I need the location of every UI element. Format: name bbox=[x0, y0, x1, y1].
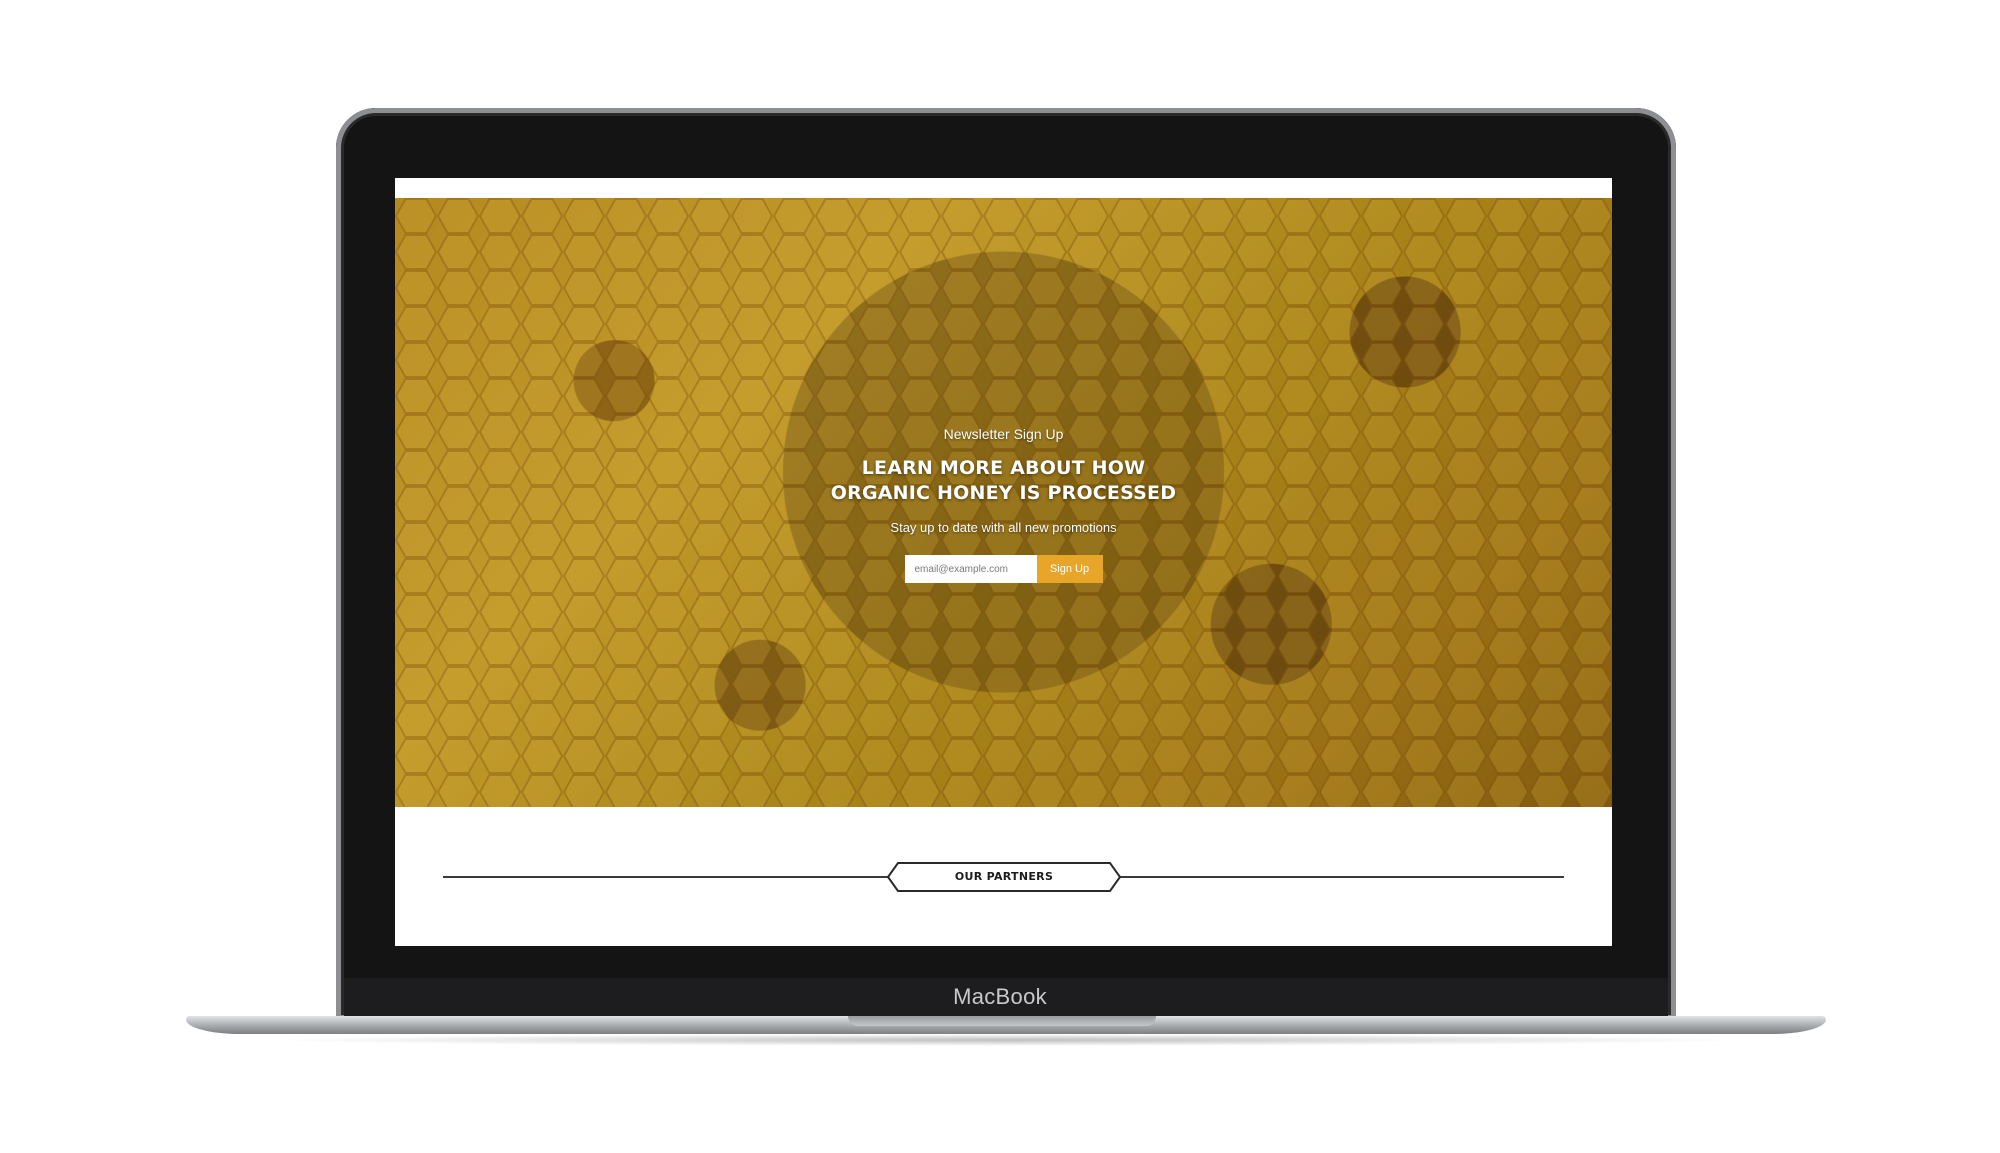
laptop-shadow bbox=[260, 1034, 1752, 1046]
laptop-hinge-notch bbox=[848, 1016, 1156, 1026]
device-brand-label: MacBook bbox=[953, 984, 1047, 1009]
page-top-bar bbox=[395, 178, 1612, 198]
partners-badge: OUR PARTNERS bbox=[886, 861, 1122, 893]
partners-section: OUR PARTNERS bbox=[395, 807, 1612, 946]
newsletter-hero: Newsletter Sign Up LEARN MORE ABOUT HOW … bbox=[395, 198, 1612, 807]
newsletter-eyebrow: Newsletter Sign Up bbox=[943, 426, 1064, 442]
device-mockup: MacBook Newsletter Sign Up LEARN MORE AB… bbox=[0, 0, 2000, 1153]
newsletter-form: Sign Up bbox=[904, 555, 1103, 583]
partners-heading: OUR PARTNERS bbox=[954, 870, 1054, 883]
hero-subline: Stay up to date with all new promotions bbox=[890, 520, 1117, 535]
laptop-screen: Newsletter Sign Up LEARN MORE ABOUT HOW … bbox=[395, 178, 1612, 946]
sign-up-button[interactable]: Sign Up bbox=[1036, 555, 1103, 583]
hero-content: Newsletter Sign Up LEARN MORE ABOUT HOW … bbox=[395, 426, 1612, 583]
hero-headline: LEARN MORE ABOUT HOW ORGANIC HONEY IS PR… bbox=[830, 457, 1177, 504]
email-input[interactable] bbox=[904, 555, 1037, 583]
